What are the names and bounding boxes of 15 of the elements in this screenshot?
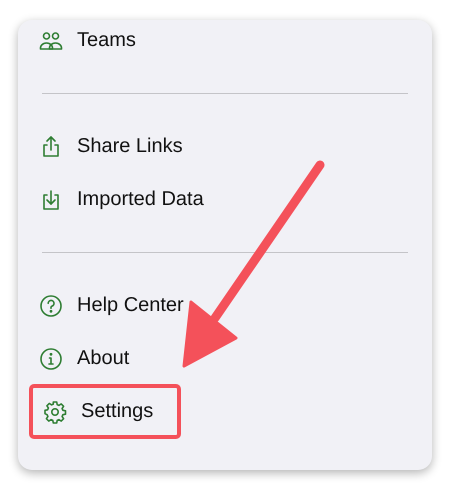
menu-item[interactable]: Imported Data	[18, 173, 204, 226]
menu-item-label: Share Links	[77, 135, 183, 158]
menu-item[interactable]: About	[18, 332, 130, 385]
info-icon	[39, 346, 63, 370]
menu-item[interactable]: Help Center	[18, 279, 184, 332]
highlighted-menu-item[interactable]: Settings	[29, 384, 181, 439]
menu-item-label: Teams	[77, 29, 136, 52]
menu-item-label: Imported Data	[77, 188, 204, 211]
help-icon	[39, 294, 63, 318]
settings-icon	[43, 400, 67, 424]
menu-item[interactable]: Teams	[18, 20, 136, 67]
menu-item-label: Help Center	[77, 294, 184, 317]
menu-item-label: About	[77, 347, 130, 370]
menu-item[interactable]: Share Links	[18, 120, 183, 173]
menu-item-label: Settings	[81, 400, 154, 423]
